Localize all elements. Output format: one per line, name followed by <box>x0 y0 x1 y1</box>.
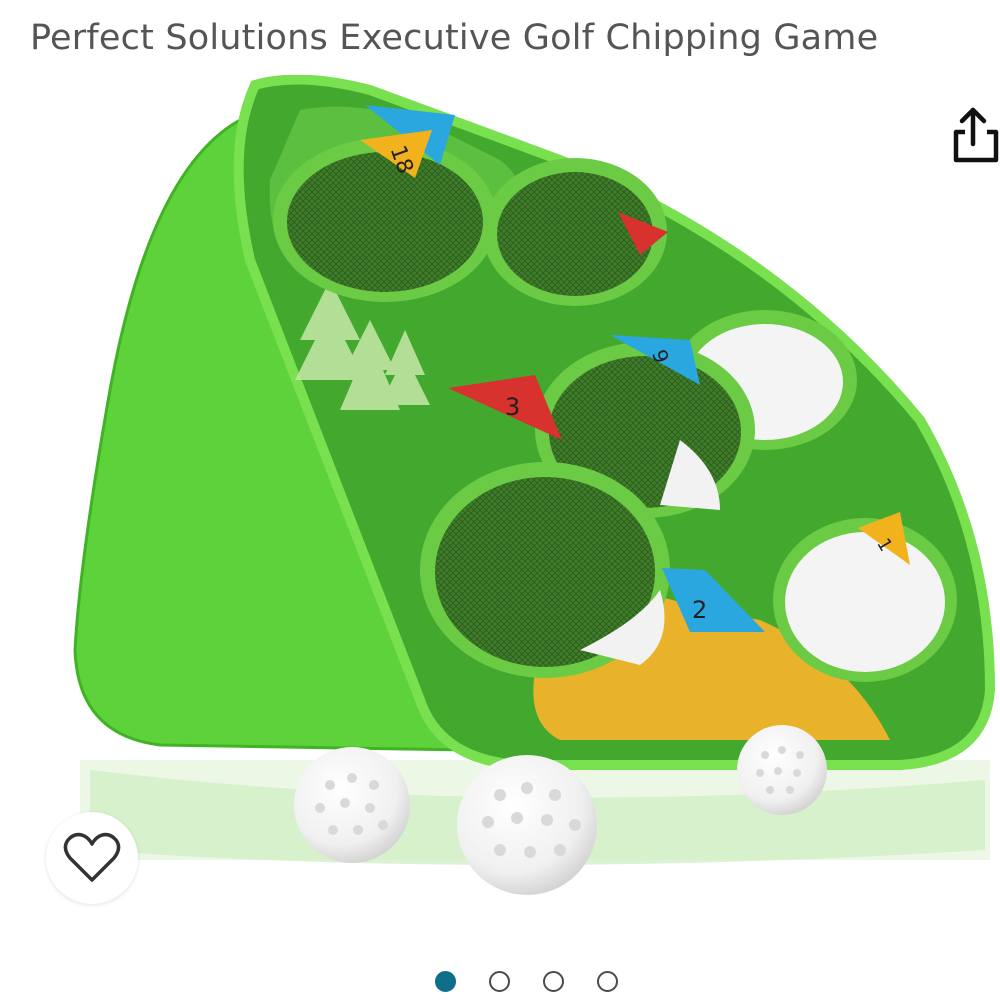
hole-1 <box>273 138 497 302</box>
carousel-dot-4[interactable] <box>597 971 618 992</box>
golf-ball-1 <box>294 747 410 863</box>
wishlist-button[interactable] <box>46 812 138 904</box>
flag-2-label: 2 <box>692 596 707 624</box>
heart-icon <box>63 832 121 882</box>
carousel-dot-2[interactable] <box>489 971 510 992</box>
golf-ball-2 <box>457 755 597 895</box>
golf-ball-3 <box>737 725 827 815</box>
flag-3-label: 3 <box>505 393 520 421</box>
hole-6 <box>773 518 957 682</box>
product-image[interactable]: 18 9 3 2 1 <box>40 75 1000 935</box>
image-carousel-dots <box>0 971 1000 999</box>
carousel-dot-1[interactable] <box>435 971 456 992</box>
product-title: Perfect Solutions Executive Golf Chippin… <box>30 18 879 58</box>
carousel-dot-3[interactable] <box>543 971 564 992</box>
hole-5 <box>420 462 670 678</box>
